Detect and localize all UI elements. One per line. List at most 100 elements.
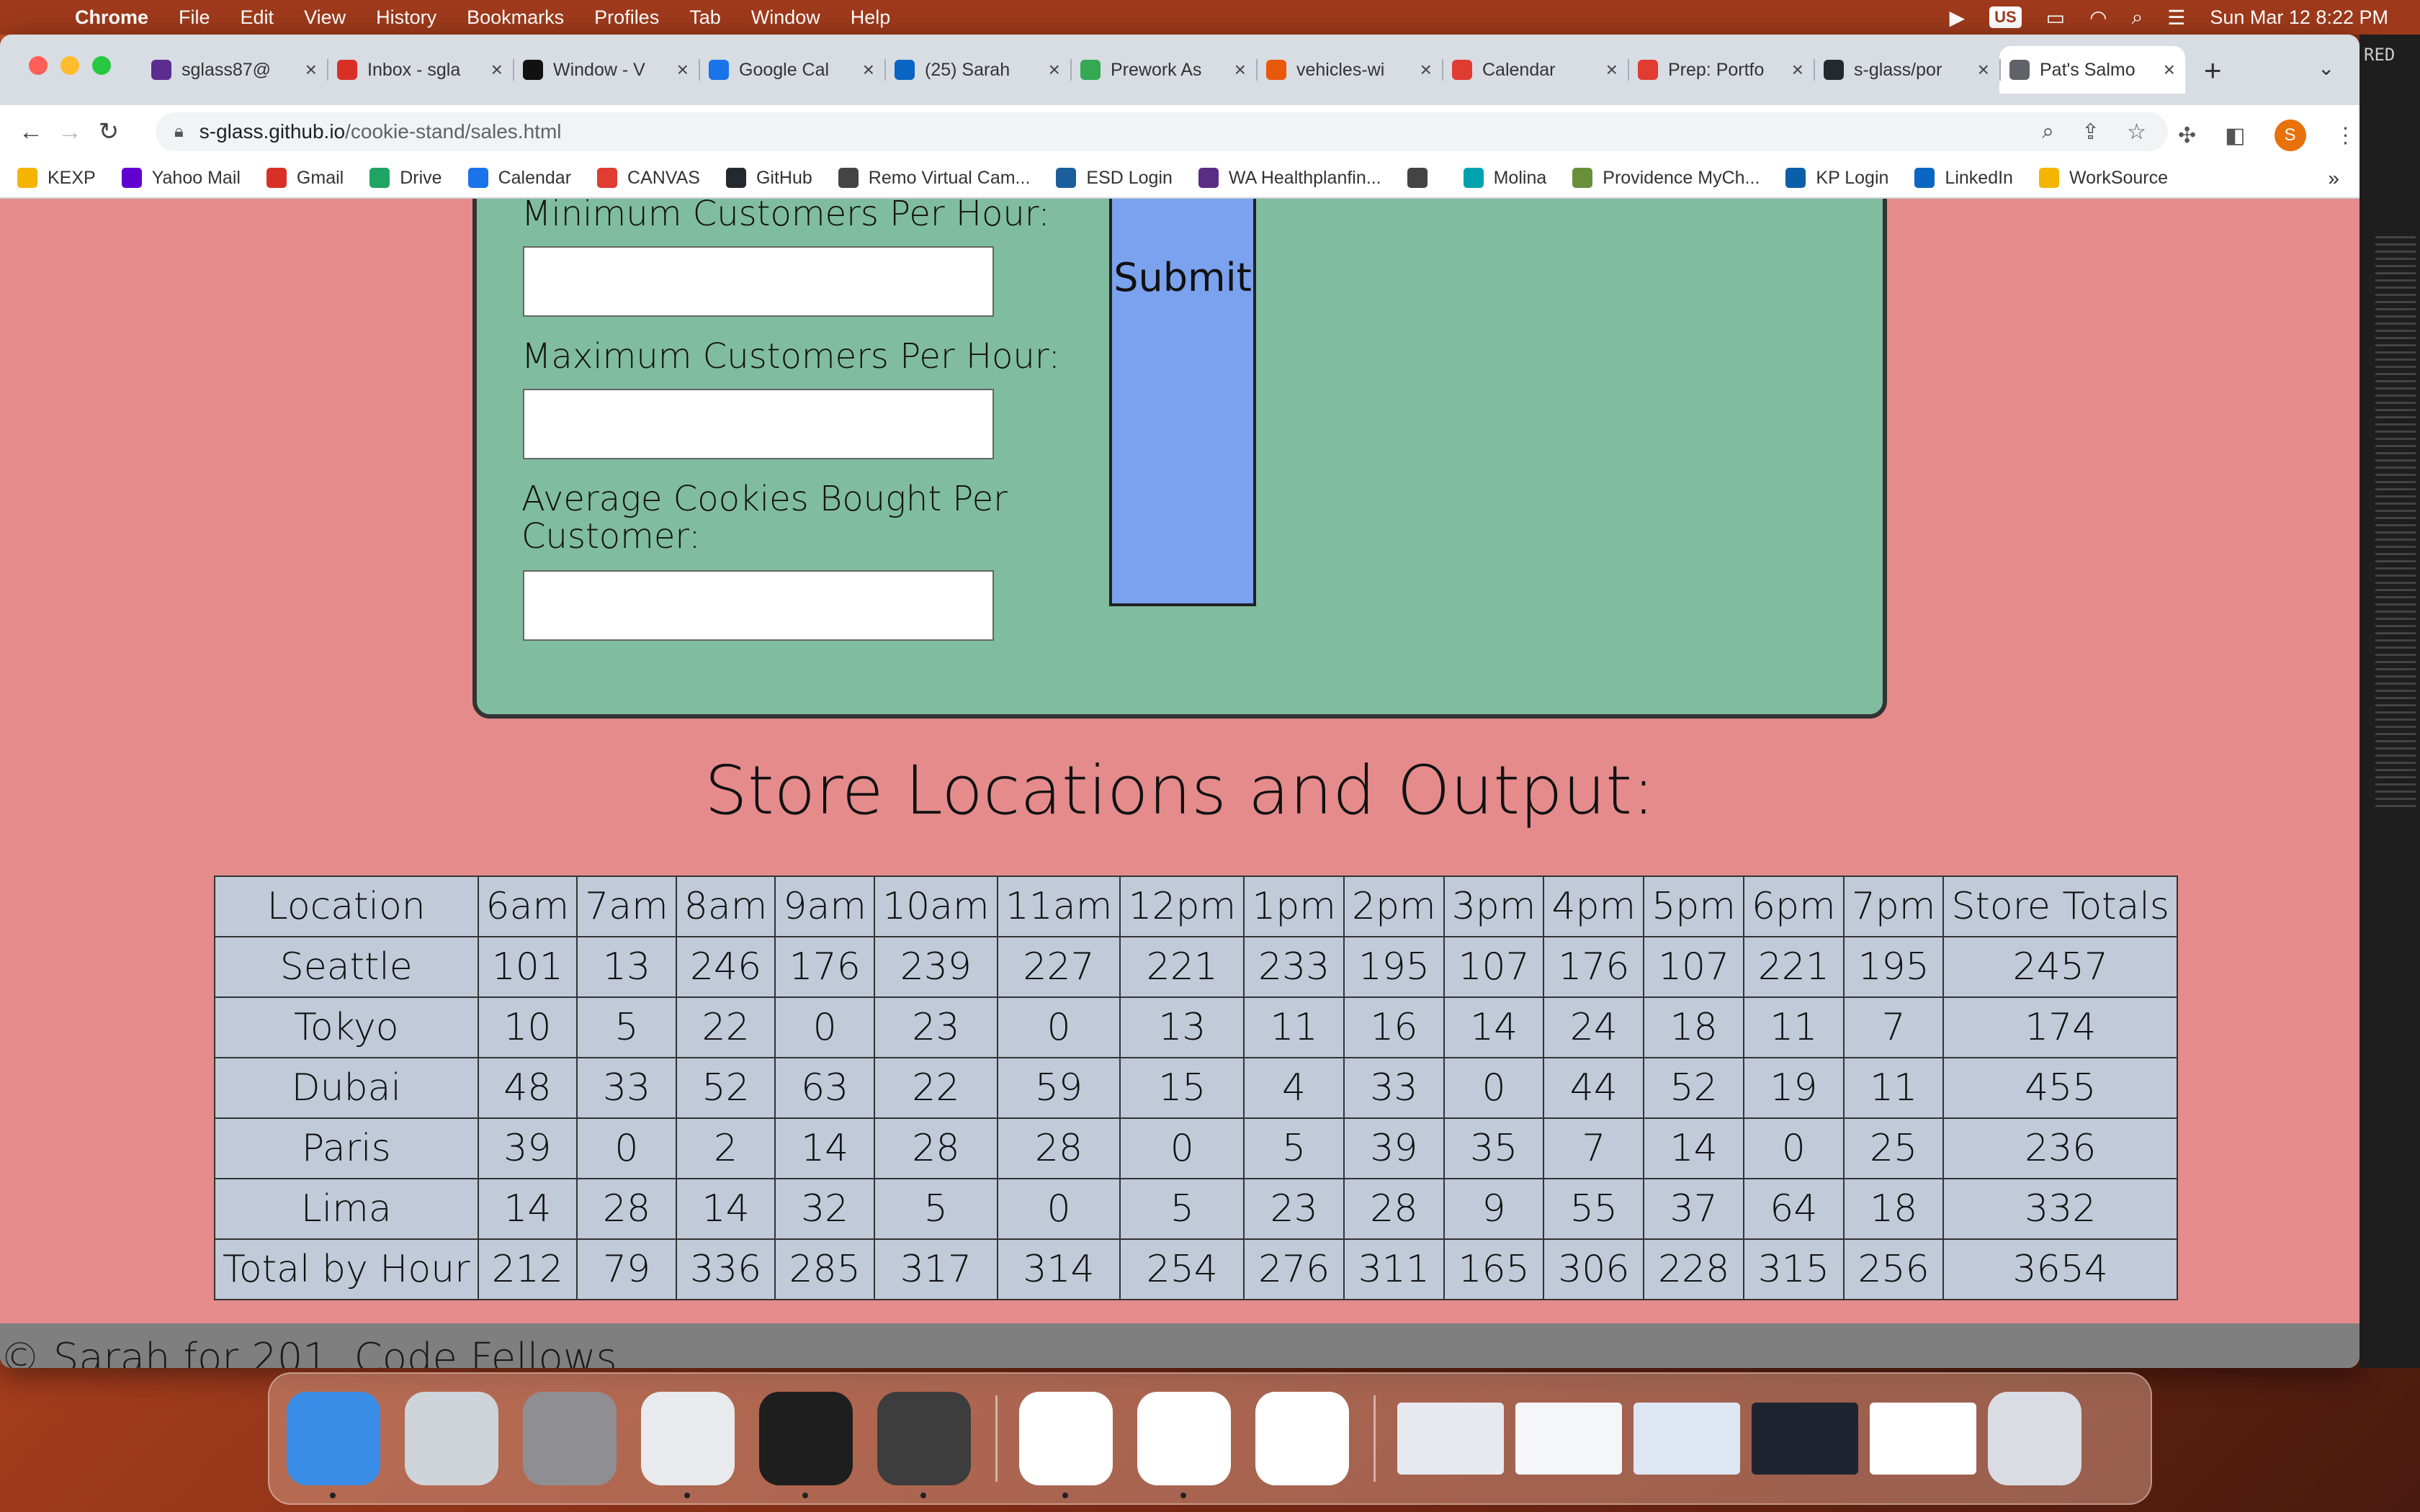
submit-button[interactable]: Submit [1109,199,1256,606]
avg-cookies-label: Average Cookies Bought Per Customer: [521,479,1008,557]
play-circle-icon[interactable]: ▶ [1950,6,1966,30]
minimized-window-thumbnail[interactable] [1870,1403,1976,1475]
menu-bookmarks[interactable]: Bookmarks [467,6,564,29]
min-customers-input[interactable] [523,246,994,317]
vscode-insiders-icon[interactable] [1255,1392,1349,1485]
lock-icon[interactable]: 🔒︎ [174,122,184,142]
slack-icon[interactable] [1019,1392,1113,1498]
browser-tab[interactable]: Prep: Portfo × [1628,46,1814,94]
menu-view[interactable]: View [304,6,346,29]
bookmark-item[interactable]: Providence MyCh... [1572,168,1760,189]
table-cell: 22 [873,1057,998,1119]
bookmark-item[interactable] [1407,168,1438,188]
share-icon[interactable]: ⇪ [2081,120,2099,145]
menu-file[interactable]: File [179,6,210,29]
back-arrow-icon[interactable]: ← [12,118,50,146]
browser-tab[interactable]: Prework As × [1070,46,1256,94]
tab-close-icon[interactable]: × [2164,58,2175,81]
bookmark-item[interactable]: LinkedIn [1914,168,2013,189]
menu-edit[interactable]: Edit [241,6,274,29]
control-center-icon[interactable]: ☰ [2167,6,2185,30]
tab-close-icon[interactable]: × [1978,58,1989,81]
finder-icon[interactable] [287,1392,380,1498]
minimized-window-thumbnail[interactable] [1397,1403,1504,1475]
battery-icon[interactable]: ▭ [2046,6,2065,30]
side-panel-icon[interactable]: ◧ [2225,123,2245,148]
launchpad-icon[interactable] [405,1392,498,1485]
browser-tab[interactable]: Inbox - sgla × [327,46,513,94]
reload-icon[interactable]: ↻ [89,117,128,146]
chrome-icon[interactable] [641,1392,735,1498]
profile-avatar[interactable]: S [2274,120,2306,151]
fullscreen-window-button[interactable] [92,56,111,75]
trash-icon[interactable] [1988,1392,2081,1485]
system-settings-icon[interactable] [523,1392,617,1485]
tab-close-icon[interactable]: × [1234,58,1246,81]
background-window[interactable]: RED [2360,35,2420,1368]
bookmark-item[interactable]: Drive [369,168,442,189]
tab-close-icon[interactable]: × [863,58,874,81]
minimized-window-thumbnail[interactable] [1752,1403,1858,1475]
bookmark-star-icon[interactable]: ☆ [2127,120,2146,145]
tab-close-icon[interactable]: × [1420,58,1432,81]
minimized-window-thumbnail[interactable] [1634,1403,1740,1475]
terminal-icon[interactable] [759,1392,853,1498]
menu-profiles[interactable]: Profiles [594,6,659,29]
bookmark-item[interactable]: CANVAS [597,168,700,189]
browser-tab[interactable]: s-glass/por × [1814,46,1999,94]
tab-search-icon[interactable]: ⌄ [2318,56,2334,80]
forward-arrow-icon[interactable]: → [50,118,89,146]
extensions-puzzle-icon[interactable]: ✣ [2178,123,2196,148]
tab-close-icon[interactable]: × [1049,58,1060,81]
table-cell: 254 [1119,1238,1245,1300]
vscode-icon[interactable] [1137,1392,1231,1498]
bookmark-item[interactable]: Yahoo Mail [121,168,241,189]
browser-tab[interactable]: Window - V × [513,46,699,94]
bookmark-item[interactable]: Molina [1463,168,1546,189]
menu-clock[interactable]: Sun Mar 12 8:22 PM [2210,6,2388,29]
browser-tab[interactable]: vehicles-wi × [1256,46,1442,94]
wifi-icon[interactable]: ◠ [2089,6,2107,30]
bookmark-item[interactable]: KP Login [1785,168,1888,189]
tab-active[interactable]: Pat's Salmo × [1999,46,2185,94]
tab-close-icon[interactable]: × [1606,58,1618,81]
more-bookmarks-icon[interactable]: » [2328,167,2339,190]
bookmark-item[interactable]: WorkSource [2038,168,2168,189]
max-customers-input[interactable] [523,389,994,459]
menu-tab[interactable]: Tab [689,6,721,29]
new-tab-icon[interactable]: + [2204,53,2222,88]
browser-tab[interactable]: Google Cal × [699,46,884,94]
browser-tab[interactable]: sglass87@ × [141,46,327,94]
search-icon[interactable]: ⌕ [2132,6,2143,30]
bookmark-item[interactable]: ESD Login [1056,168,1173,189]
table-cell: 0 [996,1178,1121,1240]
tab-close-icon[interactable]: × [305,58,317,81]
min-customers-label: Minimum Customers Per Hour: [521,199,1050,234]
running-indicator [920,1493,926,1498]
tab-close-icon[interactable]: × [1792,58,1803,81]
tab-close-icon[interactable]: × [677,58,689,81]
minimized-window-thumbnail[interactable] [1515,1403,1622,1475]
menu-app-chrome[interactable]: Chrome [75,6,148,29]
page-viewport[interactable]: Minimum Customers Per Hour: Maximum Cust… [0,199,2360,1368]
close-window-button[interactable] [29,56,48,75]
bookmark-item[interactable]: KEXP [17,168,96,189]
sublime-icon[interactable] [877,1392,971,1498]
menu-help[interactable]: Help [851,6,891,29]
zoom-icon[interactable]: ⌕ [2042,120,2054,145]
chrome-menu-icon[interactable]: ⋮ [2335,123,2357,148]
bookmark-item[interactable]: Remo Virtual Cam... [838,168,1030,189]
menu-window[interactable]: Window [751,6,820,29]
bookmark-item[interactable]: Gmail [266,168,344,189]
browser-tab[interactable]: Calendar × [1442,46,1628,94]
bookmark-item[interactable]: GitHub [725,168,812,189]
avg-cookies-input[interactable] [523,570,994,641]
bookmark-item[interactable]: Calendar [467,168,571,189]
browser-tab[interactable]: (25) Sarah × [884,46,1070,94]
minimize-window-button[interactable] [60,56,79,75]
tab-close-icon[interactable]: × [491,58,503,81]
bookmark-item[interactable]: WA Healthplanfin... [1198,168,1381,189]
menu-history[interactable]: History [376,6,436,29]
input-source-badge[interactable]: US [1989,6,2022,28]
address-bar[interactable]: 🔒︎ s-glass.github.io /cookie-stand/sales… [156,112,2168,151]
